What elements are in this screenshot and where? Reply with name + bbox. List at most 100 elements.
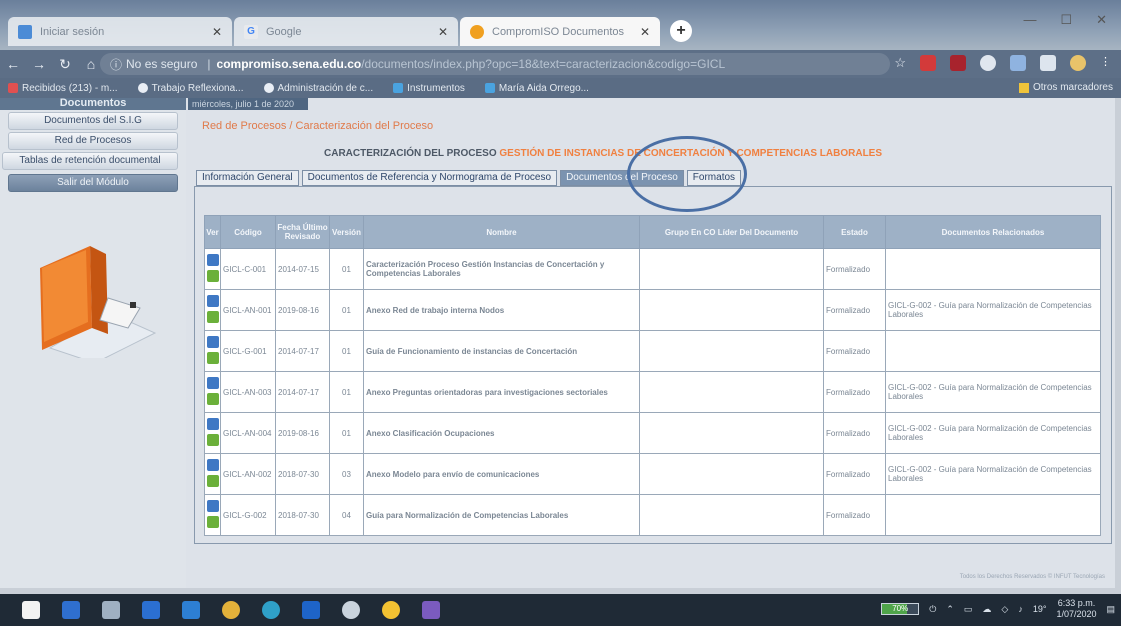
bookmark-item[interactable]: Trabajo Reflexiona... bbox=[137, 83, 244, 94]
relacionados-cell[interactable] bbox=[885, 248, 1101, 290]
address-bar[interactable]: ⓘ No es seguro | compromiso.sena.edu.co … bbox=[100, 53, 890, 75]
view-cell[interactable] bbox=[204, 248, 221, 290]
bookmark-label: Administración de c... bbox=[277, 82, 374, 94]
vertical-scrollbar[interactable] bbox=[1115, 98, 1121, 588]
view-cell[interactable] bbox=[204, 330, 221, 372]
gmail-icon bbox=[8, 83, 18, 93]
relacionados-cell[interactable]: GICL-G-002 - Guía para Normalización de … bbox=[885, 453, 1101, 495]
weather-temp: 19° bbox=[1032, 604, 1047, 614]
tab-title: Iniciar sesión bbox=[40, 25, 105, 38]
footer-copyright: Todos los Derechos Reservados © INFUT Te… bbox=[959, 574, 1105, 580]
info-icon[interactable]: ⓘ bbox=[110, 56, 122, 73]
chevron-up-icon[interactable]: ⌃ bbox=[946, 604, 954, 615]
estado-cell: Formalizado bbox=[823, 289, 886, 331]
files-icon[interactable] bbox=[182, 601, 200, 619]
sidebar-item-documentos-sig[interactable]: Documentos del S.I.G bbox=[8, 112, 178, 130]
relacionados-cell[interactable] bbox=[885, 330, 1101, 372]
breadcrumb[interactable]: Red de Procesos / Caracterización del Pr… bbox=[202, 120, 433, 132]
relacionados-cell[interactable]: GICL-G-002 - Guía para Normalización de … bbox=[885, 371, 1101, 413]
close-window-icon[interactable]: ✕ bbox=[1096, 12, 1107, 28]
globe-icon bbox=[263, 83, 274, 93]
browser-tab-compromiso[interactable]: CompromISO Documentos ✕ bbox=[460, 17, 660, 46]
web-page: Documentos Documentos del S.I.G Red de P… bbox=[0, 98, 1115, 588]
volume-icon[interactable]: ♪ bbox=[1018, 604, 1023, 614]
nombre-cell: Guía de Funcionamiento de instancias de … bbox=[363, 330, 640, 372]
document-view-icon[interactable] bbox=[207, 500, 219, 530]
maximize-icon[interactable]: ☐ bbox=[1060, 12, 1072, 28]
puzzle-icon[interactable] bbox=[1040, 55, 1056, 71]
version-cell: 01 bbox=[329, 289, 364, 331]
battery-indicator[interactable]: 70% bbox=[881, 603, 920, 615]
new-tab-icon[interactable]: + bbox=[670, 20, 692, 42]
extension-red-icon[interactable] bbox=[920, 55, 936, 71]
grupo-cell bbox=[639, 412, 824, 454]
other-bookmarks-label: Otros marcadores bbox=[1032, 82, 1113, 93]
word-icon[interactable] bbox=[142, 601, 160, 619]
browser-tab-google[interactable]: G Google ✕ bbox=[234, 17, 458, 46]
network-icon[interactable]: ▭ bbox=[964, 604, 973, 615]
version-cell: 04 bbox=[329, 494, 364, 536]
clock[interactable]: 6:33 p.m. 1/07/2020 bbox=[1056, 598, 1096, 620]
browser-tab-login[interactable]: Iniciar sesión ✕ bbox=[8, 17, 232, 46]
other-bookmarks[interactable]: Otros marcadores bbox=[1018, 82, 1113, 93]
cloud-tray-icon[interactable]: ☁ bbox=[982, 604, 991, 615]
document-view-icon[interactable] bbox=[207, 254, 219, 284]
star-icon[interactable]: ☆ bbox=[894, 55, 906, 71]
close-icon[interactable]: ✕ bbox=[640, 25, 650, 39]
tab-informacion-general[interactable]: Información General bbox=[196, 170, 299, 186]
extension-blue-icon[interactable] bbox=[1010, 55, 1026, 71]
notification-icon[interactable]: ◇ bbox=[1001, 604, 1008, 615]
outlook-icon[interactable] bbox=[302, 601, 320, 619]
relacionados-cell[interactable] bbox=[885, 494, 1101, 536]
column-header: Fecha Último Revisado bbox=[275, 215, 330, 249]
relacionados-cell[interactable]: GICL-G-002 - Guía para Normalización de … bbox=[885, 412, 1101, 454]
view-cell[interactable] bbox=[204, 453, 221, 495]
estado-cell: Formalizado bbox=[823, 371, 886, 413]
bookmark-item[interactable]: María Aida Orrego... bbox=[484, 83, 589, 94]
view-cell[interactable] bbox=[204, 412, 221, 454]
table-row: GICL-AN-002 2018-07-30 03 Anexo Modelo p… bbox=[204, 453, 1101, 495]
sidebar-item-salir[interactable]: Salir del Módulo bbox=[8, 174, 178, 192]
extension-darkred-icon[interactable] bbox=[950, 55, 966, 71]
tab-documentos-referencia[interactable]: Documentos de Referencia y Normograma de… bbox=[301, 170, 558, 186]
back-icon[interactable]: ← bbox=[0, 56, 26, 72]
mail-icon[interactable] bbox=[62, 601, 80, 619]
document-view-icon[interactable] bbox=[207, 295, 219, 325]
edge-icon[interactable] bbox=[262, 601, 280, 619]
view-cell[interactable] bbox=[204, 371, 221, 413]
relacionados-cell[interactable]: GICL-G-002 - Guía para Normalización de … bbox=[885, 289, 1101, 331]
action-center-icon[interactable]: ▤ bbox=[1106, 604, 1115, 615]
sidebar-item-red-procesos[interactable]: Red de Procesos bbox=[8, 132, 178, 150]
bookmark-item[interactable]: Instrumentos bbox=[393, 83, 465, 94]
teams-icon[interactable] bbox=[422, 601, 440, 619]
document-view-icon[interactable] bbox=[207, 418, 219, 448]
nombre-cell: Anexo Modelo para envío de comunicacione… bbox=[363, 453, 640, 495]
document-view-icon[interactable] bbox=[207, 459, 219, 489]
extension-circle-icon[interactable] bbox=[980, 55, 996, 71]
globe-icon bbox=[137, 83, 148, 93]
chrome-icon[interactable] bbox=[222, 601, 240, 619]
sidebar-item-tablas-retencion[interactable]: Tablas de retención documental bbox=[2, 152, 178, 170]
fecha-cell: 2014-07-17 bbox=[275, 330, 330, 372]
power-icon[interactable]: ⏻ bbox=[929, 604, 936, 615]
menu-icon[interactable]: ⋮ bbox=[1100, 55, 1111, 71]
minimize-icon[interactable]: — bbox=[1023, 12, 1036, 28]
close-icon[interactable]: ✕ bbox=[438, 25, 448, 39]
view-cell[interactable] bbox=[204, 494, 221, 536]
document-view-icon[interactable] bbox=[207, 377, 219, 407]
document-view-icon[interactable] bbox=[207, 336, 219, 366]
table-header-row: Ver Código Fecha Último Revisado Versión… bbox=[204, 215, 1101, 249]
store-icon[interactable] bbox=[22, 601, 40, 619]
view-cell[interactable] bbox=[204, 289, 221, 331]
column-header: Código bbox=[220, 215, 276, 249]
nombre-cell: Anexo Red de trabajo interna Nodos bbox=[363, 289, 640, 331]
forward-icon[interactable]: → bbox=[26, 56, 52, 72]
profile-avatar[interactable] bbox=[1070, 55, 1086, 71]
bookmark-item[interactable]: Recibidos (213) - m... bbox=[8, 83, 118, 94]
reload-icon[interactable]: ↻ bbox=[52, 56, 78, 73]
close-icon[interactable]: ✕ bbox=[212, 25, 222, 39]
bookmark-item[interactable]: Administración de c... bbox=[263, 82, 374, 94]
explorer-icon[interactable] bbox=[102, 601, 120, 619]
sticky-icon[interactable] bbox=[382, 601, 400, 619]
cloud-icon[interactable] bbox=[342, 601, 360, 619]
